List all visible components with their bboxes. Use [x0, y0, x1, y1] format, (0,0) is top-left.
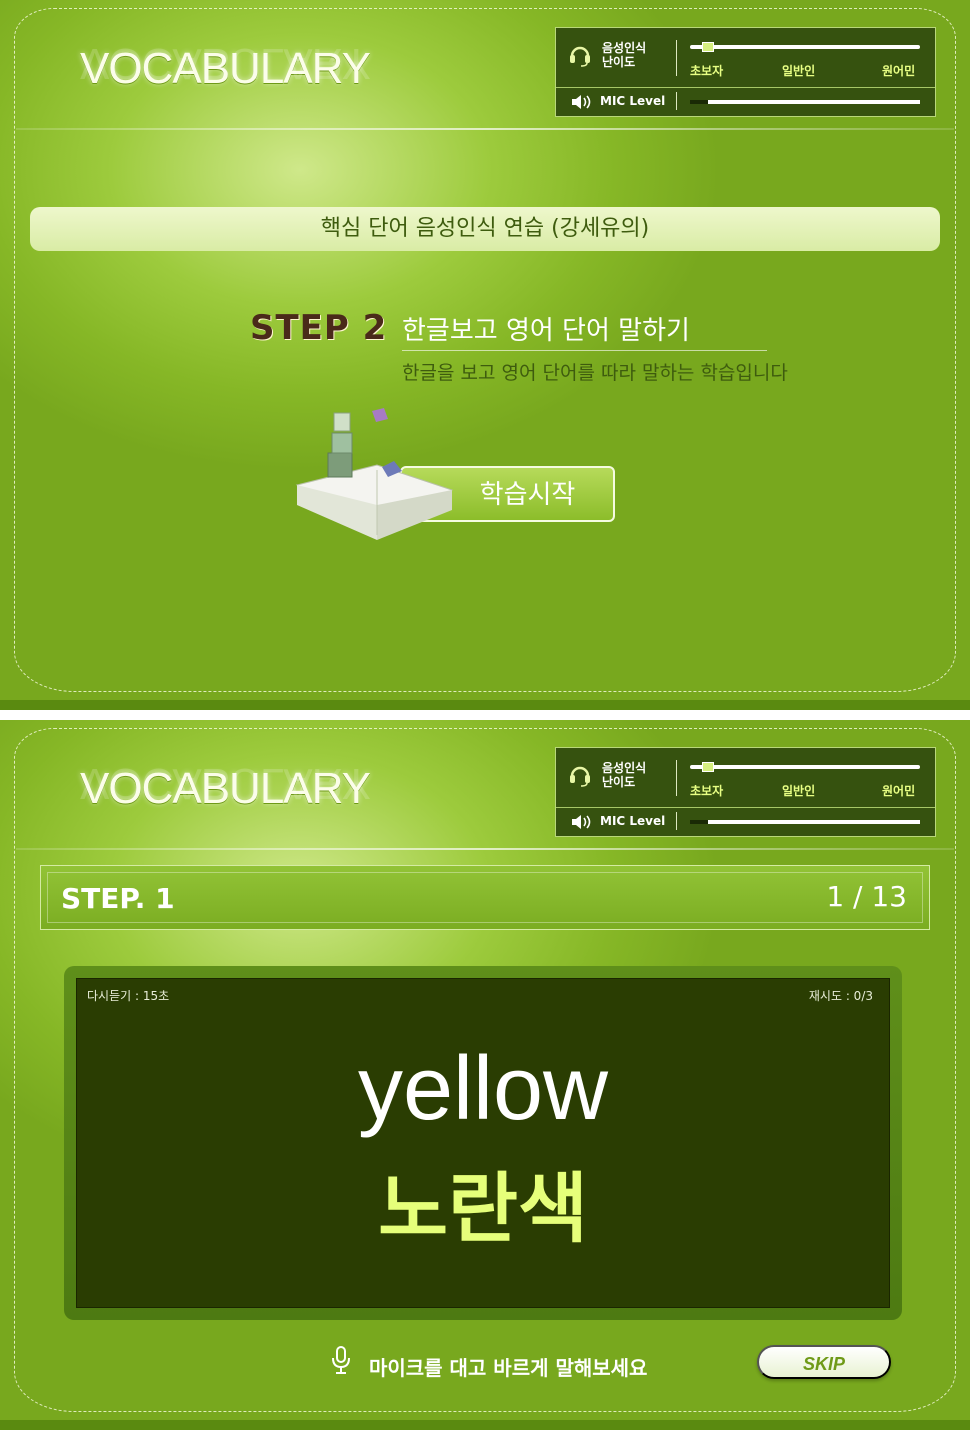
mic-level-fill: [690, 100, 709, 104]
microphone-icon: [330, 1345, 354, 1380]
header-divider: [16, 848, 954, 850]
book-icon: [292, 405, 462, 555]
speak-hint-text: 마이크를 대고 바르게 말해보세요: [368, 1356, 648, 1380]
difficulty-slider-track[interactable]: [690, 45, 920, 49]
headset-icon: [568, 42, 592, 68]
level-native[interactable]: 원어민: [882, 782, 915, 799]
divider: [676, 40, 677, 76]
recognition-controls: 음성인식 난이도 초보자 일반인 원어민 MIC Level: [555, 27, 936, 117]
english-word: yellow: [357, 1039, 609, 1139]
mic-level-label: MIC Level: [600, 94, 666, 108]
headset-icon: [568, 762, 592, 788]
logo-reflection: VOCABULARY: [80, 768, 370, 808]
divider: [676, 92, 677, 110]
level-native[interactable]: 원어민: [882, 62, 915, 79]
difficulty-slider-knob[interactable]: [701, 762, 714, 772]
difficulty-label: 음성인식 난이도: [602, 41, 647, 69]
step-description: 한글을 보고 영어 단어를 따라 말하는 학습입니다: [402, 362, 788, 384]
intro-panel: VOCABULARY VOCABULARY 음성인식 난이도 초보자 일반인 원…: [0, 0, 970, 710]
practice-panel: VOCABULARY VOCABULARY 음성인식 난이도 초보자 일반인 원…: [0, 720, 970, 1430]
word-card: 다시듣기 : 15초 재시도 : 0/3 yellow 노란색: [64, 966, 902, 1320]
skip-button[interactable]: SKIP: [757, 1345, 891, 1379]
step-name: STEP. 1: [61, 882, 175, 915]
header-divider: [16, 128, 954, 130]
lesson-title: 핵심 단어 음성인식 연습 (강세유의): [30, 207, 940, 251]
divider: [556, 87, 935, 88]
mic-level-meter: [690, 820, 920, 824]
level-normal[interactable]: 일반인: [782, 62, 815, 79]
step-bar-frame: [47, 872, 923, 923]
replay-timer[interactable]: 다시듣기 : 15초: [87, 987, 169, 1004]
logo-reflection: VOCABULARY: [80, 48, 370, 88]
divider: [402, 350, 767, 351]
progress-count: 1 / 13: [826, 880, 907, 913]
speak-hint: 마이크를 대고 바르게 말해보세요: [330, 1345, 647, 1381]
mic-level-fill: [690, 820, 709, 824]
divider: [676, 760, 677, 796]
difficulty-slider-track[interactable]: [690, 765, 920, 769]
difficulty-label: 음성인식 난이도: [602, 761, 647, 789]
speaker-icon: [570, 94, 594, 114]
divider: [676, 812, 677, 830]
speaker-icon: [570, 814, 594, 834]
level-normal[interactable]: 일반인: [782, 782, 815, 799]
word-screen: 다시듣기 : 15초 재시도 : 0/3 yellow 노란색: [76, 978, 890, 1308]
mic-level-meter: [690, 100, 920, 104]
mic-level-label: MIC Level: [600, 814, 666, 828]
level-beginner[interactable]: 초보자: [690, 62, 723, 79]
difficulty-slider-knob[interactable]: [701, 42, 714, 52]
level-beginner[interactable]: 초보자: [690, 782, 723, 799]
step-title: 한글보고 영어 단어 말하기: [402, 316, 690, 346]
step-badge: STEP 2: [250, 308, 388, 348]
recognition-controls: 음성인식 난이도 초보자 일반인 원어민 MIC Level: [555, 747, 936, 837]
divider: [556, 807, 935, 808]
retry-count: 재시도 : 0/3: [808, 989, 873, 1003]
step-bar: STEP. 1 1 / 13: [40, 865, 930, 930]
korean-word: 노란색: [378, 1164, 588, 1253]
